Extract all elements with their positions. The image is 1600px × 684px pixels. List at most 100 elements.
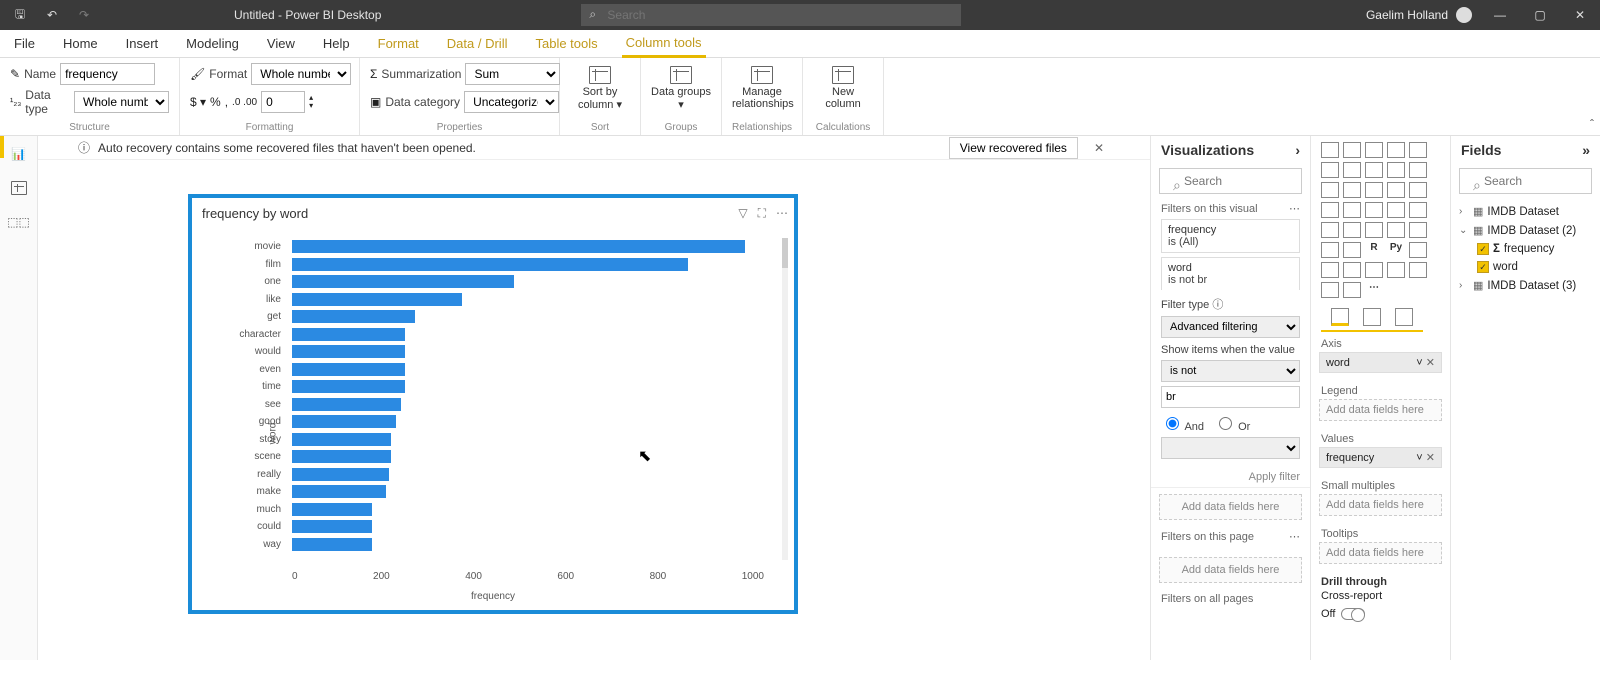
viz-clustered-column[interactable] xyxy=(1387,142,1405,158)
view-recovered-button[interactable]: View recovered files xyxy=(949,137,1078,159)
bar-story[interactable]: story xyxy=(292,431,764,449)
bar-one[interactable]: one xyxy=(292,273,764,291)
bar-way[interactable]: way xyxy=(292,536,764,554)
tab-help[interactable]: Help xyxy=(319,31,354,56)
axis-field-pill[interactable]: word˅ ✕ xyxy=(1319,352,1442,373)
viz-area[interactable] xyxy=(1365,162,1383,178)
table-node[interactable]: ⌄▦ IMDB Dataset (2) xyxy=(1457,221,1594,240)
more-icon[interactable]: ⋯ xyxy=(776,206,788,221)
spinner-icon[interactable]: ▴▾ xyxy=(309,94,313,110)
bar-see[interactable]: see xyxy=(292,396,764,414)
focus-icon[interactable]: ⛶ xyxy=(758,206,766,221)
viz-line[interactable] xyxy=(1343,162,1361,178)
close-button[interactable]: ✕ xyxy=(1560,8,1600,22)
column-name-input[interactable] xyxy=(60,63,155,85)
tab-column-tools[interactable]: Column tools xyxy=(622,30,706,58)
new-column-button[interactable]: New column xyxy=(813,62,873,110)
undo-icon[interactable]: ↶ xyxy=(38,8,66,22)
format-tab-icon[interactable] xyxy=(1363,308,1381,326)
condition1-select[interactable]: is not xyxy=(1161,360,1300,382)
bar-scene[interactable]: scene xyxy=(292,448,764,466)
fields-tab-icon[interactable] xyxy=(1331,308,1349,326)
bar-much[interactable]: much xyxy=(292,501,764,519)
bar-film[interactable]: film xyxy=(292,256,764,274)
expand-icon[interactable]: › xyxy=(1295,142,1300,158)
bar-time[interactable]: time xyxy=(292,378,764,396)
field-node-word[interactable]: ✓ word xyxy=(1457,258,1594,276)
tab-insert[interactable]: Insert xyxy=(122,31,163,56)
viz-filled-map[interactable] xyxy=(1409,202,1427,218)
or-radio[interactable]: Or xyxy=(1214,414,1250,433)
filters-more-icon[interactable]: ⋯ xyxy=(1289,202,1300,215)
viz-goals[interactable] xyxy=(1387,262,1405,278)
filters-page-more-icon[interactable]: ⋯ xyxy=(1289,530,1300,543)
decimals-input[interactable] xyxy=(261,91,305,113)
data-type-select[interactable]: Whole number xyxy=(74,91,169,113)
viz-multi-card[interactable] xyxy=(1387,222,1405,238)
decimal-button[interactable]: .0 .00 xyxy=(232,97,257,108)
minimize-button[interactable]: — xyxy=(1480,8,1520,22)
small-multiples-well[interactable]: Add data fields here xyxy=(1319,494,1442,516)
filter-card-word[interactable]: word is not br xyxy=(1161,257,1300,290)
tab-view[interactable]: View xyxy=(263,31,299,56)
global-search-input[interactable] xyxy=(581,4,961,26)
viz-scatter[interactable] xyxy=(1409,182,1427,198)
viz-narrative[interactable] xyxy=(1365,262,1383,278)
tab-home[interactable]: Home xyxy=(59,31,102,56)
values-field-pill[interactable]: frequency˅ ✕ xyxy=(1319,447,1442,468)
viz-powerapps[interactable] xyxy=(1343,282,1361,298)
save-icon[interactable]: 🖫 xyxy=(6,5,34,26)
viz-card[interactable] xyxy=(1365,222,1383,238)
avatar[interactable] xyxy=(1456,7,1472,23)
field-node-frequency[interactable]: ✓ Σ frequency xyxy=(1457,240,1594,258)
bar-get[interactable]: get xyxy=(292,308,764,326)
collapse-ribbon-button[interactable]: ˆ xyxy=(1590,117,1594,131)
tab-data-drill[interactable]: Data / Drill xyxy=(443,31,512,56)
filter-visual-well[interactable]: Add data fields here xyxy=(1159,494,1302,520)
viz-treemap[interactable] xyxy=(1365,202,1383,218)
bar-like[interactable]: like xyxy=(292,291,764,309)
dismiss-recovery-button[interactable]: ✕ xyxy=(1088,141,1110,155)
apply-filter-button[interactable]: Apply filter xyxy=(1151,467,1310,488)
filter-icon[interactable]: ▽ xyxy=(738,206,747,221)
viz-search-input[interactable] xyxy=(1159,168,1302,194)
bar-really[interactable]: really xyxy=(292,466,764,484)
data-groups-button[interactable]: Data groups ▾ xyxy=(651,62,711,111)
viz-map[interactable] xyxy=(1387,202,1405,218)
model-view-button[interactable]: ⬚⬚ xyxy=(7,210,31,234)
viz-py[interactable]: Py xyxy=(1387,242,1405,258)
viz-shape-map[interactable] xyxy=(1321,222,1339,238)
viz-r[interactable]: R xyxy=(1365,242,1383,258)
report-view-button[interactable]: 📊 xyxy=(7,142,31,166)
tooltips-well[interactable]: Add data fields here xyxy=(1319,542,1442,564)
viz-slicer[interactable] xyxy=(1321,242,1339,258)
viz-ribbon[interactable] xyxy=(1343,182,1361,198)
filter-type-select[interactable]: Advanced filtering xyxy=(1161,316,1300,338)
bar-character[interactable]: character xyxy=(292,326,764,344)
tab-file[interactable]: File xyxy=(10,31,39,56)
table-node[interactable]: ›▦ IMDB Dataset (3) xyxy=(1457,276,1594,295)
viz-100-bar[interactable] xyxy=(1409,142,1427,158)
data-view-button[interactable] xyxy=(7,176,31,200)
currency-button[interactable]: $ ▾ xyxy=(190,95,206,109)
summ-select[interactable]: Sum xyxy=(465,63,560,85)
viz-table[interactable] xyxy=(1343,242,1361,258)
filter-card-frequency[interactable]: frequency is (All) xyxy=(1161,219,1300,253)
fields-collapse-icon[interactable]: » xyxy=(1582,142,1590,158)
bar-movie[interactable]: movie xyxy=(292,238,764,256)
format-select[interactable]: Whole number xyxy=(251,63,351,85)
cross-report-toggle[interactable] xyxy=(1341,608,1365,620)
viz-line-stacked[interactable] xyxy=(1321,182,1339,198)
viz-kpi[interactable] xyxy=(1409,222,1427,238)
fields-search-input[interactable] xyxy=(1459,168,1592,194)
bar-could[interactable]: could xyxy=(292,518,764,536)
tab-table-tools[interactable]: Table tools xyxy=(531,31,601,56)
condition1-value-input[interactable] xyxy=(1161,386,1300,408)
viz-arcgis[interactable] xyxy=(1321,282,1339,298)
condition2-select[interactable] xyxy=(1161,437,1300,459)
viz-donut[interactable] xyxy=(1343,202,1361,218)
viz-qa[interactable] xyxy=(1343,262,1361,278)
viz-more[interactable]: ⋯ xyxy=(1365,282,1383,298)
cat-select[interactable]: Uncategorized xyxy=(464,91,559,113)
bar-would[interactable]: would xyxy=(292,343,764,361)
